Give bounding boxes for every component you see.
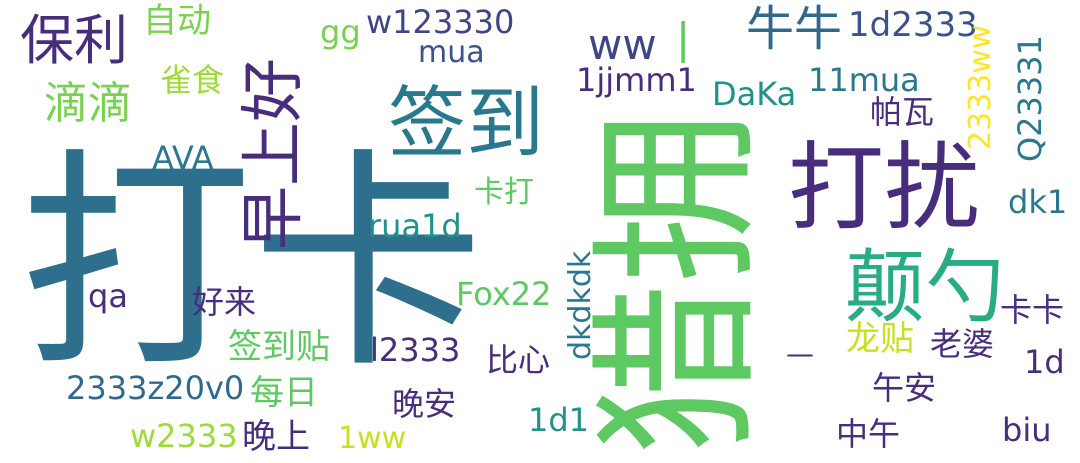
word-w2333: w2333: [130, 417, 238, 455]
word-kada: 卡打: [474, 175, 534, 210]
word-didi: 滴滴: [44, 78, 132, 129]
word-baoli: 保利: [20, 9, 128, 72]
word-wanan: 晚安: [392, 385, 457, 423]
word-dkdkdk: dkdkdk: [563, 250, 598, 360]
word-dianshao: 颠勺: [845, 241, 1005, 334]
word-biu: biu: [1002, 411, 1052, 449]
word-ava: AVA: [152, 139, 214, 177]
word-darao: 打扰: [788, 132, 980, 244]
word-dash: —: [786, 337, 814, 370]
word-lieyong: 猎拥: [577, 111, 778, 455]
word-daka-latin: DaKa: [712, 75, 797, 113]
word-zidong: 自动: [143, 1, 211, 41]
word-11mua: 11mua: [808, 61, 920, 99]
word-rua1d: rua1d: [368, 207, 462, 245]
word-ww: ww: [588, 20, 657, 69]
word-meiri: 每日: [250, 373, 318, 413]
word-1ww: 1ww: [338, 421, 407, 456]
word-q23331: Q23331: [1011, 35, 1049, 162]
word-1jjmm1: 1jjmm1: [576, 61, 697, 99]
word-haolai: 好来: [192, 283, 257, 321]
word-pawa: 帕瓦: [870, 93, 935, 131]
word-queshi: 雀食: [160, 61, 225, 99]
word-qiandao: 签到: [388, 79, 545, 169]
word-kaka: 卡卡: [1000, 291, 1065, 329]
word-cloud: 打卡 猎拥 打扰 签到 早上好 颠勺 保利 滴滴 牛牛 1d2333 ww | …: [0, 0, 1080, 463]
word-laopo: 老婆: [930, 325, 995, 363]
word-zhongwu: 中午: [836, 415, 901, 453]
word-bar: |: [676, 14, 691, 63]
word-1d2333: 1d2333: [848, 5, 978, 45]
word-l2333: l2333: [370, 331, 461, 369]
word-mua: mua: [418, 35, 485, 70]
word-niuniu: 牛牛: [746, 1, 843, 57]
word-wanshang: 晚上: [242, 417, 310, 457]
word-zaoshanghao: 早上好: [237, 58, 311, 250]
word-1d: 1d: [1024, 343, 1065, 381]
word-longtie: 龙贴: [846, 319, 914, 359]
word-2333z20v0: 2333z20v0: [66, 369, 245, 407]
word-bixin: 比心: [486, 341, 551, 379]
word-gg: gg: [320, 13, 361, 51]
word-fox22: Fox22: [456, 275, 552, 313]
word-wuan: 午安: [872, 369, 937, 407]
word-2333ww: 2333ww: [963, 24, 998, 150]
word-qiandaotie: 签到贴: [228, 327, 330, 367]
word-w123330: w123330: [366, 3, 515, 41]
word-1d1: 1d1: [528, 401, 590, 439]
word-qa: qa: [88, 277, 128, 315]
word-dk1: dk1: [1008, 183, 1068, 221]
